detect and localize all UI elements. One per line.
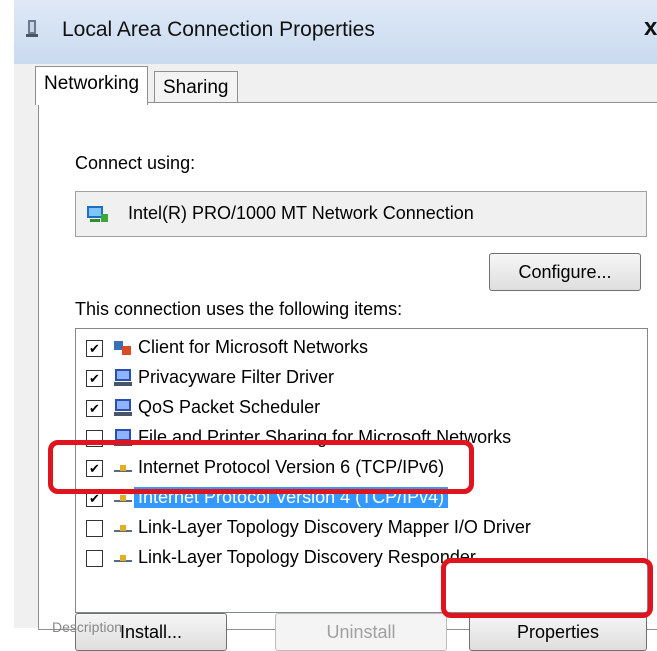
protocol-icon <box>114 525 132 532</box>
adapter-field: Intel(R) PRO/1000 MT Network Connection <box>75 191 647 237</box>
item-checkbox[interactable] <box>86 550 103 567</box>
protocol-icon <box>114 555 132 562</box>
configure-button[interactable]: Configure... <box>489 253 641 291</box>
list-item[interactable]: Link-Layer Topology Discovery Mapper I/O… <box>76 514 647 544</box>
highlight-box-properties <box>441 558 653 618</box>
item-checkbox[interactable] <box>86 520 103 537</box>
connect-using-label: Connect using: <box>75 153 196 173</box>
item-label: Client for Microsoft Networks <box>138 337 369 357</box>
title-bar: Local Area Connection Properties x <box>14 0 657 65</box>
dialog-body: Networking Sharing Connect using: Intel(… <box>14 64 657 651</box>
description-label: Description <box>52 619 123 635</box>
item-checkbox[interactable]: ✔ <box>86 340 103 357</box>
item-label: Link-Layer Topology Discovery Mapper I/O… <box>138 517 531 537</box>
items-label: This connection uses the following items… <box>75 299 403 319</box>
uninstall-button[interactable]: Uninstall <box>275 613 447 651</box>
tab-sharing[interactable]: Sharing <box>154 71 238 103</box>
window-title: Local Area Connection Properties <box>62 18 375 41</box>
item-checkbox[interactable]: ✔ <box>86 370 103 387</box>
network-icon <box>26 20 38 37</box>
list-item[interactable]: ✔ QoS Packet Scheduler <box>76 394 647 424</box>
network-client-icon <box>114 341 131 355</box>
adapter-name: Intel(R) PRO/1000 MT Network Connection <box>128 203 474 223</box>
networking-panel: Connect using: Intel(R) PRO/1000 MT Netw… <box>38 102 657 651</box>
monitor-icon <box>114 369 132 386</box>
list-item[interactable]: ✔ Client for Microsoft Networks <box>76 334 647 364</box>
monitor-icon <box>114 399 132 416</box>
tab-networking[interactable]: Networking <box>35 66 149 105</box>
close-button[interactable]: x <box>644 14 657 42</box>
item-label: QoS Packet Scheduler <box>138 397 321 417</box>
item-label: Link-Layer Topology Discovery Responder <box>138 547 476 567</box>
properties-button[interactable]: Properties <box>469 613 647 651</box>
list-item[interactable]: ✔ Privacyware Filter Driver <box>76 364 647 394</box>
item-label: Privacyware Filter Driver <box>138 367 335 387</box>
network-adapter-icon <box>87 206 108 222</box>
item-checkbox[interactable]: ✔ <box>86 400 103 417</box>
highlight-box-ipv4 <box>48 440 474 494</box>
